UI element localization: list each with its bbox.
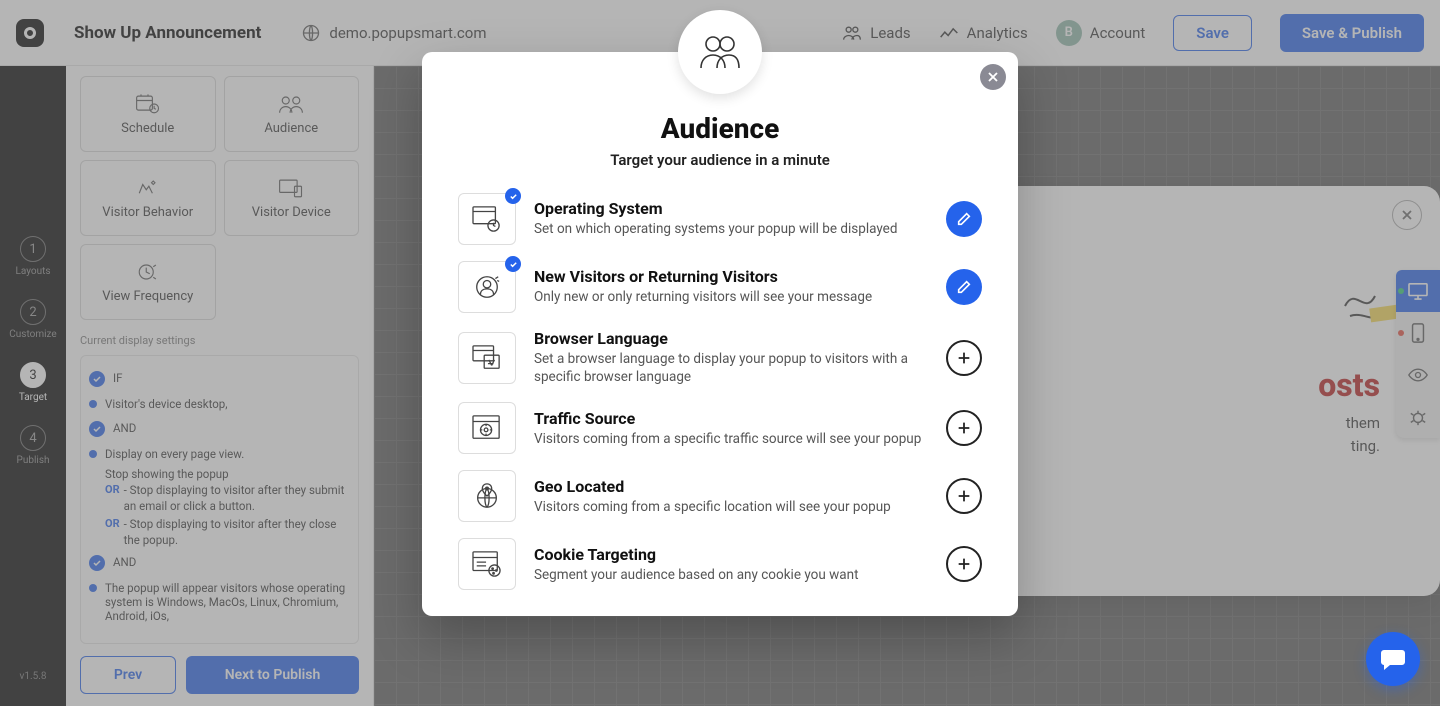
language-icon	[458, 332, 516, 384]
modal-header-icon	[678, 10, 762, 94]
modal-close-button[interactable]	[980, 64, 1006, 90]
option-desc: Only new or only returning visitors will…	[534, 288, 928, 306]
audience-modal: Audience Target your audience in a minut…	[422, 52, 1018, 616]
option-desc: Visitors coming from a specific traffic …	[534, 430, 928, 448]
option-title: New Visitors or Returning Visitors	[534, 267, 928, 286]
plus-icon	[956, 420, 972, 436]
traffic-icon	[458, 402, 516, 454]
pencil-icon	[956, 279, 972, 295]
add-cookie-button[interactable]	[946, 546, 982, 582]
add-traffic-button[interactable]	[946, 410, 982, 446]
option-desc: Visitors coming from a specific location…	[534, 498, 928, 516]
modal-subtitle: Target your audience in a minute	[458, 151, 982, 169]
option-desc: Set a browser language to display your p…	[534, 350, 928, 386]
option-browser-language: Browser Language Set a browser language …	[458, 329, 982, 386]
plus-icon	[956, 556, 972, 572]
option-cookie-targeting: Cookie Targeting Segment your audience b…	[458, 538, 982, 590]
option-title: Operating System	[534, 199, 928, 218]
option-desc: Segment your audience based on any cooki…	[534, 566, 928, 584]
plus-icon	[956, 350, 972, 366]
os-icon	[458, 193, 516, 245]
edit-os-button[interactable]	[946, 201, 982, 237]
pencil-icon	[956, 211, 972, 227]
option-geo-located: Geo Located Visitors coming from a speci…	[458, 470, 982, 522]
visitors-icon	[458, 261, 516, 313]
audience-options: Operating System Set on which operating …	[458, 193, 982, 590]
audience-large-icon	[697, 32, 743, 72]
option-title: Cookie Targeting	[534, 545, 928, 564]
option-title: Browser Language	[534, 329, 928, 348]
option-operating-system: Operating System Set on which operating …	[458, 193, 982, 245]
add-geo-button[interactable]	[946, 478, 982, 514]
chat-button[interactable]	[1366, 632, 1420, 686]
plus-icon	[956, 488, 972, 504]
close-icon	[988, 72, 998, 82]
option-traffic-source: Traffic Source Visitors coming from a sp…	[458, 402, 982, 454]
cookie-icon	[458, 538, 516, 590]
option-desc: Set on which operating systems your popu…	[534, 220, 928, 238]
option-title: Geo Located	[534, 477, 928, 496]
geo-icon	[458, 470, 516, 522]
option-new-returning: New Visitors or Returning Visitors Only …	[458, 261, 982, 313]
option-title: Traffic Source	[534, 409, 928, 428]
edit-visitors-button[interactable]	[946, 269, 982, 305]
active-badge	[505, 256, 521, 272]
chat-icon	[1380, 647, 1406, 671]
add-language-button[interactable]	[946, 340, 982, 376]
active-badge	[505, 188, 521, 204]
modal-title: Audience	[458, 112, 982, 145]
